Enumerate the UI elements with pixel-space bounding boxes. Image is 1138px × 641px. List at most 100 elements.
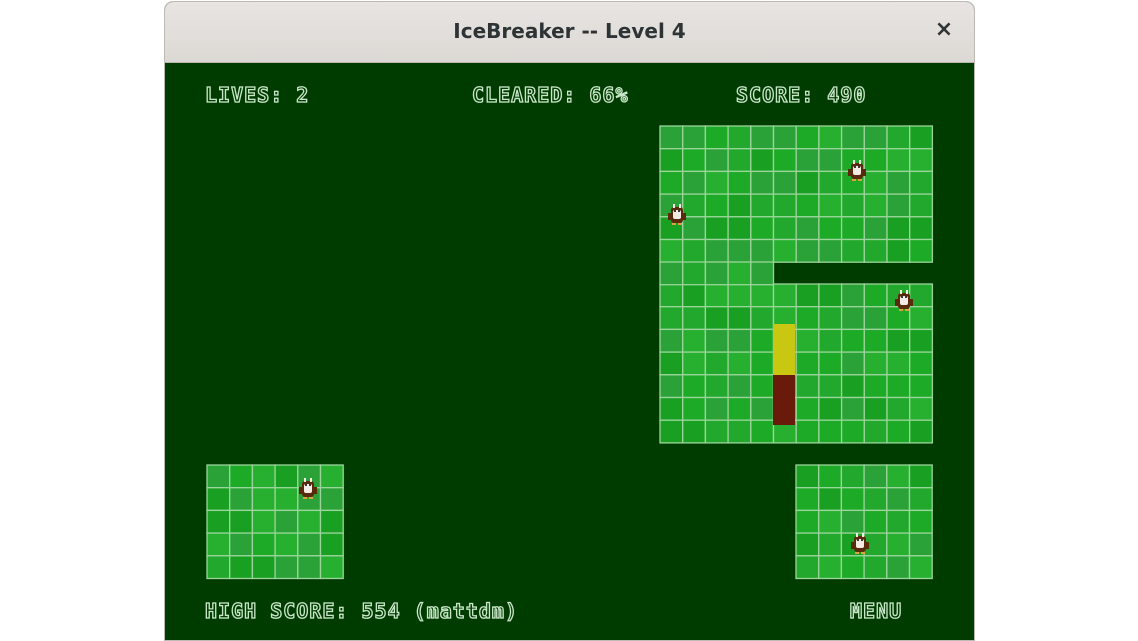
ice-tile — [795, 306, 820, 331]
ice-tile — [704, 170, 729, 195]
ice-tile — [795, 328, 820, 353]
game-field[interactable]: LIVES: 2 CLEARED: 66% SCORE: 490 HIGH SC… — [165, 63, 974, 640]
ice-tile — [727, 216, 752, 241]
menu-button[interactable]: MENU — [849, 598, 902, 623]
ice-tile — [886, 419, 911, 444]
ice-tile — [229, 532, 254, 557]
ice-tile — [818, 170, 843, 195]
ice-tile — [251, 532, 276, 557]
ice-tile — [251, 464, 276, 489]
ice-tile — [795, 148, 820, 173]
ice-tile — [704, 306, 729, 331]
ice-tile — [682, 396, 707, 421]
title-bar[interactable]: IceBreaker -- Level 4 × — [165, 2, 974, 63]
ice-tile — [818, 125, 843, 150]
ice-tile — [727, 283, 752, 308]
ice-tile — [909, 374, 934, 399]
ice-tile — [863, 351, 888, 376]
ice-tile — [682, 419, 707, 444]
ice-tile — [795, 125, 820, 150]
ice-tile — [772, 193, 797, 218]
ice-tile — [909, 238, 934, 263]
ice-tile — [840, 487, 865, 512]
lives-counter: LIVES: 2 — [204, 82, 310, 107]
ice-tile — [840, 306, 865, 331]
ice-tile — [682, 261, 707, 286]
ice-tile — [863, 464, 888, 489]
ice-tile — [704, 125, 729, 150]
ice-tile — [682, 193, 707, 218]
ice-tile — [772, 125, 797, 150]
ice-tile — [818, 419, 843, 444]
ice-tile — [297, 555, 322, 580]
ice-tile — [908, 532, 933, 557]
ice-tile — [704, 419, 729, 444]
ice-tile — [704, 148, 729, 173]
ice-region-small-left — [206, 464, 344, 580]
ice-tile — [795, 396, 820, 421]
ice-tile — [727, 306, 752, 331]
ice-tile — [886, 396, 911, 421]
ice-tile — [863, 216, 888, 241]
ice-tile — [863, 487, 888, 512]
ice-tile — [750, 216, 775, 241]
ice-tile — [840, 328, 865, 353]
ice-tile — [682, 216, 707, 241]
ice-tile — [750, 238, 775, 263]
ice-tile — [886, 555, 911, 580]
ice-tile — [863, 396, 888, 421]
ice-tile — [840, 396, 865, 421]
ice-region-large-left-bridge — [659, 261, 775, 286]
ice-tile — [886, 216, 911, 241]
ice-tile — [795, 170, 820, 195]
ice-tile — [863, 509, 888, 534]
ice-tile — [909, 148, 934, 173]
ice-tile — [704, 216, 729, 241]
ice-tile — [704, 283, 729, 308]
game-board[interactable] — [165, 63, 974, 640]
ice-tile — [251, 487, 276, 512]
ice-tile — [750, 396, 775, 421]
ice-tile — [659, 170, 684, 195]
ice-tile — [840, 238, 865, 263]
ice-tile — [863, 238, 888, 263]
ice-tile — [727, 170, 752, 195]
ice-tile — [886, 374, 911, 399]
ice-tile — [206, 509, 231, 534]
ice-tile — [682, 148, 707, 173]
ice-tile — [682, 351, 707, 376]
ice-tile — [886, 238, 911, 263]
ice-tile — [840, 283, 865, 308]
ice-tile — [909, 396, 934, 421]
ice-tile — [772, 216, 797, 241]
ice-tile — [750, 125, 775, 150]
ice-tile — [818, 555, 843, 580]
ice-tile — [704, 374, 729, 399]
ice-tile — [274, 555, 299, 580]
ice-tile — [886, 351, 911, 376]
ice-tile — [863, 555, 888, 580]
ice-tile — [795, 238, 820, 263]
ice-tile — [251, 555, 276, 580]
ice-tile — [727, 261, 752, 286]
ice-tile — [750, 306, 775, 331]
close-icon[interactable]: × — [932, 16, 956, 44]
ice-tile — [818, 374, 843, 399]
ice-tile — [908, 555, 933, 580]
ice-region-large-bottom — [659, 283, 934, 444]
ice-tile — [909, 351, 934, 376]
ice-tile — [682, 374, 707, 399]
ice-tile — [682, 170, 707, 195]
ice-tile — [319, 555, 344, 580]
ice-tile — [908, 464, 933, 489]
ice-tile — [206, 487, 231, 512]
ice-tile — [297, 532, 322, 557]
ice-tile — [319, 509, 344, 534]
high-score: HIGH SCORE: 554 (mattdm) — [204, 598, 518, 623]
ice-tile — [659, 125, 684, 150]
ice-tile — [908, 509, 933, 534]
ice-tile — [863, 283, 888, 308]
ice-tile — [659, 261, 684, 286]
ice-tile — [704, 328, 729, 353]
ice-tile — [229, 487, 254, 512]
